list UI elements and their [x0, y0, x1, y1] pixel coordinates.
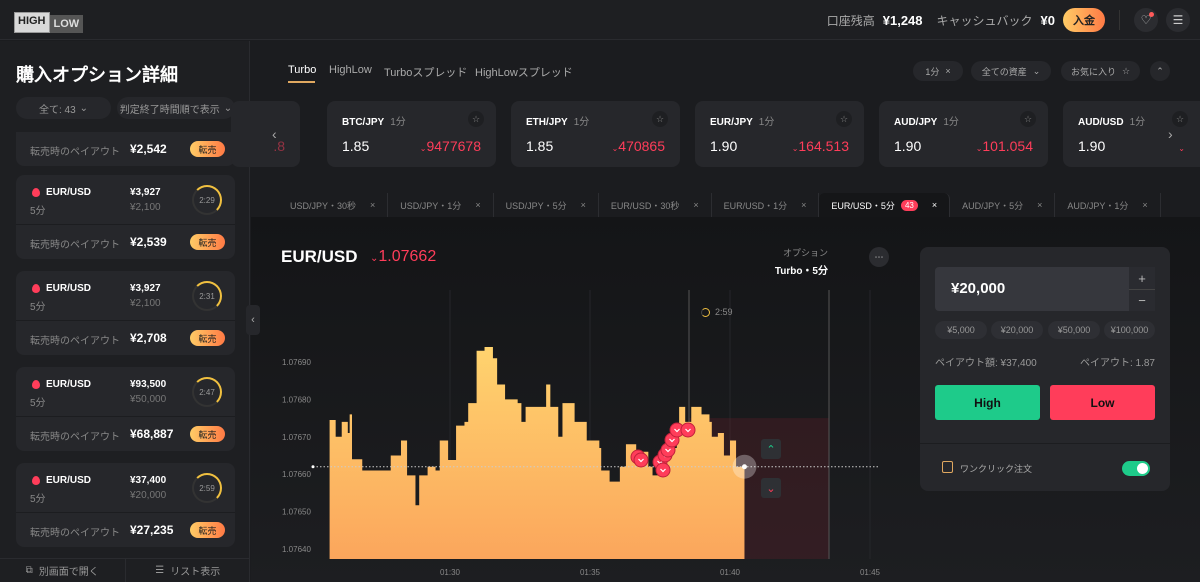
- chart-low-button[interactable]: ⌄: [761, 478, 781, 498]
- one-click-label: ワンクリック注文: [960, 464, 1033, 474]
- trade-marker-icon: [655, 462, 671, 478]
- quick-amount-button[interactable]: ¥20,000: [991, 321, 1043, 339]
- current-price-start: [311, 465, 315, 469]
- chevron-up-icon: ⌃: [766, 443, 776, 456]
- plus-button[interactable]: +: [1129, 267, 1155, 289]
- trade-panel: ¥20,000 + − ¥5,000 ¥20,000 ¥50,000 ¥100,…: [920, 247, 1170, 491]
- x-tick-label: 01:30: [440, 568, 461, 577]
- payout-amount: ペイアウト額: ¥37,400: [935, 358, 1037, 369]
- quick-amount-button[interactable]: ¥100,000: [1104, 321, 1155, 339]
- timer-icon: [701, 307, 710, 317]
- y-tick-label: 1.07690: [282, 358, 311, 367]
- y-tick-label: 1.07650: [282, 508, 311, 517]
- y-tick-label: 1.07640: [282, 545, 311, 554]
- y-tick-label: 1.07680: [282, 395, 311, 404]
- x-tick-label: 01:45: [860, 568, 881, 577]
- x-tick-label: 01:40: [720, 568, 741, 577]
- low-button[interactable]: Low: [1050, 385, 1155, 420]
- chart-high-button[interactable]: ⌃: [761, 439, 781, 459]
- one-click-icon: [942, 461, 953, 473]
- x-tick-label: 01:35: [580, 568, 601, 577]
- y-tick-label: 1.07660: [282, 470, 311, 479]
- trade-marker-icon: [680, 422, 696, 438]
- high-button[interactable]: High: [935, 385, 1040, 420]
- amount-input[interactable]: ¥20,000 + −: [935, 267, 1155, 311]
- expiry-countdown: 2:59: [701, 307, 733, 317]
- y-tick-label: 1.07670: [282, 433, 311, 442]
- chevron-down-icon: ⌄: [766, 482, 776, 495]
- current-price-dot: [741, 464, 747, 470]
- quick-amount-button[interactable]: ¥5,000: [935, 321, 987, 339]
- one-click-toggle[interactable]: [1122, 461, 1150, 476]
- minus-button[interactable]: −: [1129, 289, 1155, 311]
- trade-marker-icon: [633, 452, 649, 468]
- price-area: [329, 347, 745, 559]
- payout-rate: ペイアウト: 1.87: [1079, 358, 1155, 369]
- quick-amount-button[interactable]: ¥50,000: [1048, 321, 1100, 339]
